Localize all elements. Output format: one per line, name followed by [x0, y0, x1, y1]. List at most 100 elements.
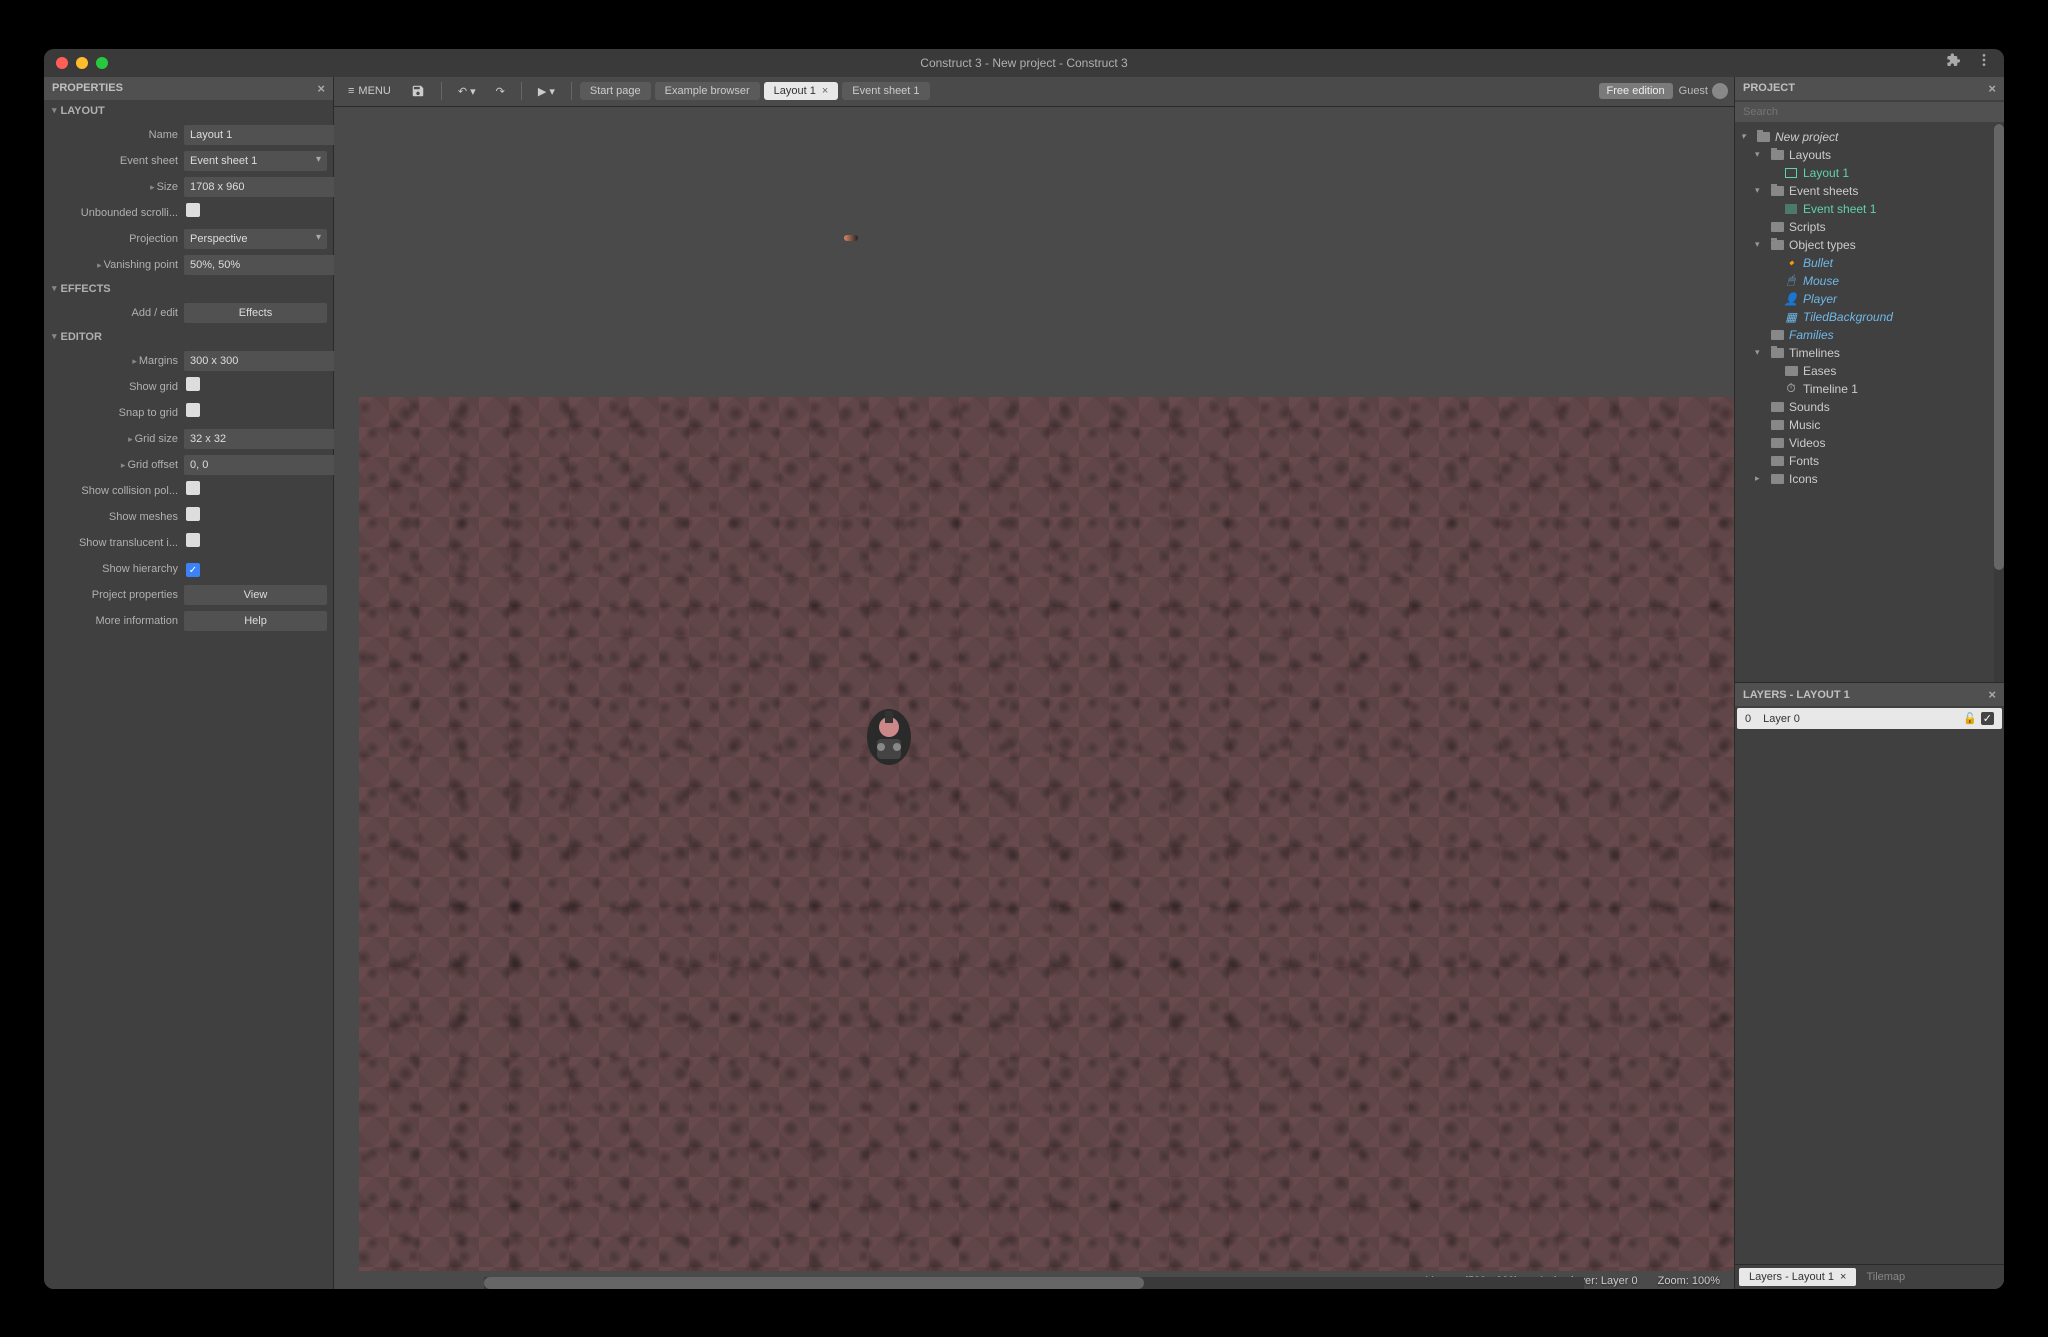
tree-eventsheets[interactable]: ▾Event sheets	[1741, 182, 1998, 200]
showgrid-checkbox[interactable]	[186, 377, 200, 391]
meshes-checkbox[interactable]	[186, 507, 200, 521]
tree-eventsheet-1[interactable]: Event sheet 1	[1741, 200, 1998, 218]
gridsize-input[interactable]	[184, 429, 338, 449]
titlebar: Construct 3 - New project - Construct 3	[44, 49, 2004, 77]
hierarchy-checkbox[interactable]: ✓	[186, 563, 200, 577]
visibility-icon[interactable]: ✓	[1981, 712, 1994, 725]
effects-button[interactable]: Effects	[184, 303, 327, 323]
close-icon[interactable]: ×	[1840, 1271, 1846, 1283]
minimize-window-button[interactable]	[76, 57, 88, 69]
layout-canvas[interactable]: Mouse: (530, -333) Active layer: Layer 0…	[334, 107, 1734, 1289]
snapgrid-label: Snap to grid	[50, 407, 178, 419]
vanishing-label: ▸Vanishing point	[50, 259, 178, 271]
lock-icon[interactable]: 🔓	[1963, 712, 1977, 725]
hierarchy-label: Show hierarchy	[50, 563, 178, 575]
translucent-checkbox[interactable]	[186, 533, 200, 547]
extension-icon[interactable]	[1946, 52, 1962, 73]
snapgrid-checkbox[interactable]	[186, 403, 200, 417]
addedit-label: Add / edit	[50, 307, 178, 319]
maximize-window-button[interactable]	[96, 57, 108, 69]
translucent-label: Show translucent i...	[50, 537, 178, 549]
layer-row-0[interactable]: 0 Layer 0 🔓 ✓	[1737, 708, 2002, 729]
menu-button[interactable]: ≡ MENU	[340, 81, 399, 101]
close-icon[interactable]: ×	[1988, 687, 1996, 702]
view-button[interactable]: View	[184, 585, 327, 605]
guest-account[interactable]: Guest	[1679, 83, 1728, 99]
collision-checkbox[interactable]	[186, 481, 200, 495]
tab-layout-1[interactable]: Layout 1×	[764, 82, 839, 100]
tree-tiledbg[interactable]: ▦TiledBackground	[1741, 308, 1998, 326]
tree-families[interactable]: Families	[1741, 326, 1998, 344]
search-input[interactable]	[1735, 102, 2004, 122]
horizontal-scrollbar[interactable]	[484, 1277, 1584, 1289]
tree-layouts[interactable]: ▾Layouts	[1741, 146, 1998, 164]
properties-header: PROPERTIES ×	[44, 77, 333, 100]
tab-start-page[interactable]: Start page	[580, 82, 651, 100]
help-button[interactable]: Help	[184, 611, 327, 631]
properties-panel: PROPERTIES × LAYOUT Name Event sheet Eve…	[44, 77, 334, 1289]
tree-mouse[interactable]: 🖱Mouse	[1741, 272, 1998, 290]
margins-label: ▸Margins	[50, 355, 178, 367]
unbounded-label: Unbounded scrolli...	[50, 207, 178, 219]
unbounded-checkbox[interactable]	[186, 203, 200, 217]
tab-event-sheet-1[interactable]: Event sheet 1	[842, 82, 929, 100]
name-input[interactable]	[184, 125, 338, 145]
section-editor[interactable]: EDITOR	[44, 326, 333, 348]
eventsheet-select[interactable]: Event sheet 1	[184, 151, 327, 171]
save-icon[interactable]	[403, 80, 433, 102]
projprops-label: Project properties	[50, 589, 178, 601]
right-panel: PROJECT × ▾New project ▾Layouts Layout 1…	[1734, 77, 2004, 1289]
tree-fonts[interactable]: Fonts	[1741, 452, 1998, 470]
tree-root[interactable]: ▾New project	[1741, 128, 1998, 146]
redo-icon[interactable]: ↷	[488, 81, 513, 102]
section-layout[interactable]: LAYOUT	[44, 100, 333, 122]
close-icon[interactable]: ×	[1988, 81, 1996, 96]
tiled-background-sprite[interactable]	[359, 397, 1734, 1271]
tree-player[interactable]: 👤Player	[1741, 290, 1998, 308]
tree-layout-1[interactable]: Layout 1	[1741, 164, 1998, 182]
gridoffset-input[interactable]	[184, 455, 338, 475]
main-toolbar: ≡ MENU ↶ ▾ ↷ ▶ ▾ Start page Example brow…	[334, 77, 1734, 107]
app-window: Construct 3 - New project - Construct 3 …	[44, 49, 2004, 1289]
center-area: ≡ MENU ↶ ▾ ↷ ▶ ▾ Start page Example brow…	[334, 77, 1734, 1289]
tab-example-browser[interactable]: Example browser	[655, 82, 760, 100]
more-icon[interactable]	[1976, 52, 1992, 73]
tree-bullet[interactable]: 🔸Bullet	[1741, 254, 1998, 272]
tree-videos[interactable]: Videos	[1741, 434, 1998, 452]
projection-select[interactable]: Perspective	[184, 229, 327, 249]
projection-label: Projection	[50, 233, 178, 245]
play-icon[interactable]: ▶ ▾	[530, 81, 563, 102]
project-header: PROJECT ×	[1735, 77, 2004, 100]
bottom-tabs: Layers - Layout 1× Tilemap	[1735, 1264, 2004, 1289]
gridsize-label: ▸Grid size	[50, 433, 178, 445]
window-title: Construct 3 - New project - Construct 3	[920, 56, 1127, 70]
tree-eases[interactable]: Eases	[1741, 362, 1998, 380]
btab-tilemap[interactable]: Tilemap	[1856, 1268, 1915, 1286]
tree-music[interactable]: Music	[1741, 416, 1998, 434]
tree-icons[interactable]: ▸Icons	[1741, 470, 1998, 488]
window-controls	[56, 57, 108, 69]
close-icon[interactable]: ×	[822, 85, 828, 97]
free-edition-badge[interactable]: Free edition	[1599, 83, 1673, 99]
bullet-sprite[interactable]	[844, 235, 858, 241]
undo-icon[interactable]: ↶ ▾	[450, 81, 484, 102]
tree-timeline-1[interactable]: ⏱Timeline 1	[1741, 380, 1998, 398]
section-effects[interactable]: EFFECTS	[44, 278, 333, 300]
btab-layers[interactable]: Layers - Layout 1×	[1739, 1268, 1856, 1286]
showgrid-label: Show grid	[50, 381, 178, 393]
size-input[interactable]	[184, 177, 338, 197]
tree-timelines[interactable]: ▾Timelines	[1741, 344, 1998, 362]
close-icon[interactable]: ×	[317, 81, 325, 96]
tree-scripts[interactable]: Scripts	[1741, 218, 1998, 236]
layer-index: 0	[1745, 713, 1751, 725]
vertical-scrollbar[interactable]	[1994, 124, 2004, 683]
tree-objtypes[interactable]: ▾Object types	[1741, 236, 1998, 254]
vanishing-input[interactable]	[184, 255, 338, 275]
tree-sounds[interactable]: Sounds	[1741, 398, 1998, 416]
size-label: ▸Size	[50, 181, 178, 193]
margins-input[interactable]	[184, 351, 338, 371]
avatar-icon	[1712, 83, 1728, 99]
layer-name: Layer 0	[1763, 713, 1800, 725]
player-sprite[interactable]	[857, 697, 921, 775]
close-window-button[interactable]	[56, 57, 68, 69]
